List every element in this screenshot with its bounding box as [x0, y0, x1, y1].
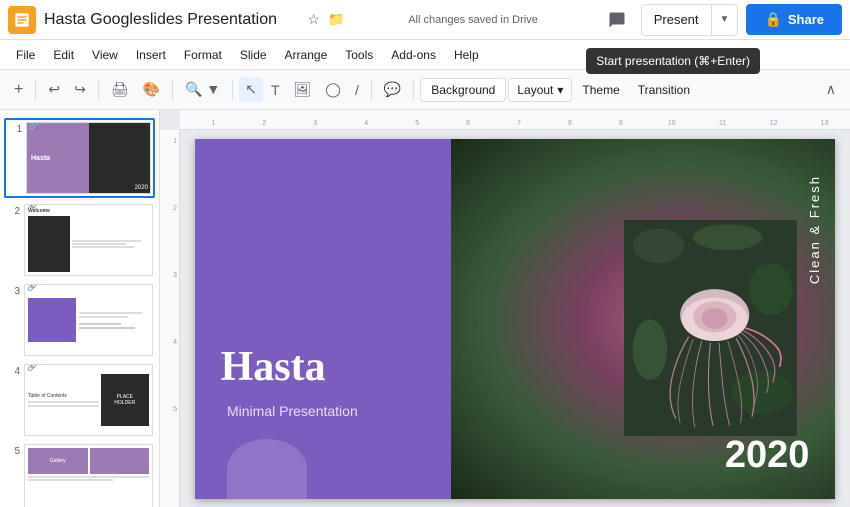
divider-4	[232, 80, 233, 100]
menu-format[interactable]: Format	[176, 44, 230, 66]
main-area: 1 Hasta 2020 🔗 2 Welcome	[0, 110, 850, 507]
slide-preview-5: Gallery	[24, 444, 153, 507]
slide-num-1: 1	[8, 122, 22, 135]
share-button[interactable]: 🔒 Share	[746, 4, 842, 35]
menu-insert[interactable]: Insert	[128, 44, 174, 66]
menu-help[interactable]: Help	[446, 44, 487, 66]
slide-icon-3: 🔗	[27, 284, 37, 292]
slide-thumb-3[interactable]: 3 🔗	[4, 282, 155, 358]
undo-button[interactable]: ↩	[42, 77, 66, 102]
folder-icon[interactable]: 📁	[328, 11, 345, 28]
menu-file[interactable]: File	[8, 44, 43, 66]
add-button[interactable]: +	[8, 77, 29, 103]
slide-thumb-4[interactable]: 4 Table of Contents PLACEHOLDER 🔗	[4, 362, 155, 438]
divider-2	[98, 80, 99, 100]
slide-num-4: 4	[6, 364, 20, 377]
slide-thumb-1[interactable]: 1 Hasta 2020 🔗	[4, 118, 155, 198]
slide-purple-panel	[195, 139, 477, 499]
app-icon	[8, 6, 36, 34]
slide-preview-1: Hasta 2020 🔗	[26, 122, 151, 194]
slide-title-text: Hasta	[221, 343, 326, 391]
slide-thumb-2[interactable]: 2 Welcome 🔗	[4, 202, 155, 278]
zoom-button[interactable]: 🔍 ▼	[179, 77, 226, 102]
menu-edit[interactable]: Edit	[45, 44, 82, 66]
layout-dropdown[interactable]: Layout▾	[508, 78, 572, 102]
slide-year-text: 2020	[725, 434, 810, 477]
slide-preview-4: Table of Contents PLACEHOLDER 🔗	[24, 364, 153, 436]
lock-icon: 🔒	[764, 11, 781, 28]
title-bar: Hasta Googleslides Presentation ☆ 📁 All …	[0, 0, 850, 40]
theme-button[interactable]: Theme	[574, 79, 627, 101]
present-button[interactable]: Present ▼	[641, 4, 739, 36]
slide-preview-2: Welcome 🔗	[24, 204, 153, 276]
slide-icon-4: 🔗	[27, 364, 37, 372]
shape-button[interactable]: ◯	[319, 77, 347, 102]
menu-slide[interactable]: Slide	[232, 44, 275, 66]
slide-panel: 1 Hasta 2020 🔗 2 Welcome	[0, 110, 160, 507]
image-button[interactable]: 🖼	[288, 77, 318, 102]
jellyfish-image	[624, 211, 797, 445]
ruler-top: 1 2 3 4 5 6 7 8 9 10 11 12 13	[180, 110, 850, 130]
tooltip: Start presentation (⌘+Enter)	[586, 48, 760, 74]
menu-view[interactable]: View	[84, 44, 126, 66]
comment-add-button[interactable]: 💬	[378, 77, 407, 102]
line-button[interactable]: /	[349, 78, 365, 102]
share-label: Share	[788, 12, 824, 27]
ruler-left: 1 2 3 4 5	[160, 130, 180, 507]
redo-button[interactable]: ↪	[68, 77, 92, 102]
slide-subtitle-text: Minimal Presentation	[227, 403, 358, 419]
slide-icon-2: 🔗	[27, 204, 37, 212]
comment-button[interactable]	[601, 4, 633, 36]
present-dropdown-arrow[interactable]: ▼	[711, 5, 738, 35]
slide-decoration	[227, 439, 307, 499]
divider-1	[35, 80, 36, 100]
slide-icon-1: 🔗	[29, 122, 39, 130]
canvas-area: 1 2 3 4 5 6 7 8 9 10 11 12 13 1 2 3 4	[160, 110, 850, 507]
text-button[interactable]: T	[265, 78, 286, 102]
background-button[interactable]: Background	[420, 78, 506, 102]
divider-6	[413, 80, 414, 100]
menu-arrange[interactable]: Arrange	[277, 44, 336, 66]
present-label: Present	[642, 12, 711, 27]
divider-3	[172, 80, 173, 100]
print-button[interactable]: 🖨	[105, 77, 135, 102]
main-slide[interactable]: Hasta Minimal Presentation 2020 Clean & …	[195, 139, 835, 499]
slide-num-5: 5	[6, 444, 20, 457]
presentation-title: Hasta Googleslides Presentation	[44, 11, 299, 29]
slide-num-2: 2	[6, 204, 20, 217]
cursor-button[interactable]: ↖	[239, 77, 263, 102]
transition-button[interactable]: Transition	[630, 79, 698, 101]
divider-5	[371, 80, 372, 100]
toolbar: + ↩ ↪ 🖨 🎨 🔍 ▼ ↖ T 🖼 ◯ / 💬 Background Lay…	[0, 70, 850, 110]
title-icons: ☆ 📁	[307, 11, 345, 28]
collapse-button[interactable]: ∧	[820, 77, 842, 102]
slide-thumb-5[interactable]: 5 Gallery	[4, 442, 155, 507]
slide-preview-3: 🔗	[24, 284, 153, 356]
menu-addons[interactable]: Add-ons	[383, 44, 444, 66]
slide-num-3: 3	[6, 284, 20, 297]
star-icon[interactable]: ☆	[307, 11, 320, 28]
paintformat-button[interactable]: 🎨	[137, 77, 166, 102]
slide-canvas: Hasta Minimal Presentation 2020 Clean & …	[180, 130, 850, 507]
cloud-save-status: All changes saved in Drive	[345, 14, 600, 26]
header-right: Present ▼ 🔒 Share	[601, 4, 842, 36]
slide-tagline-text: Clean & Fresh	[807, 175, 822, 284]
menu-tools[interactable]: Tools	[337, 44, 381, 66]
